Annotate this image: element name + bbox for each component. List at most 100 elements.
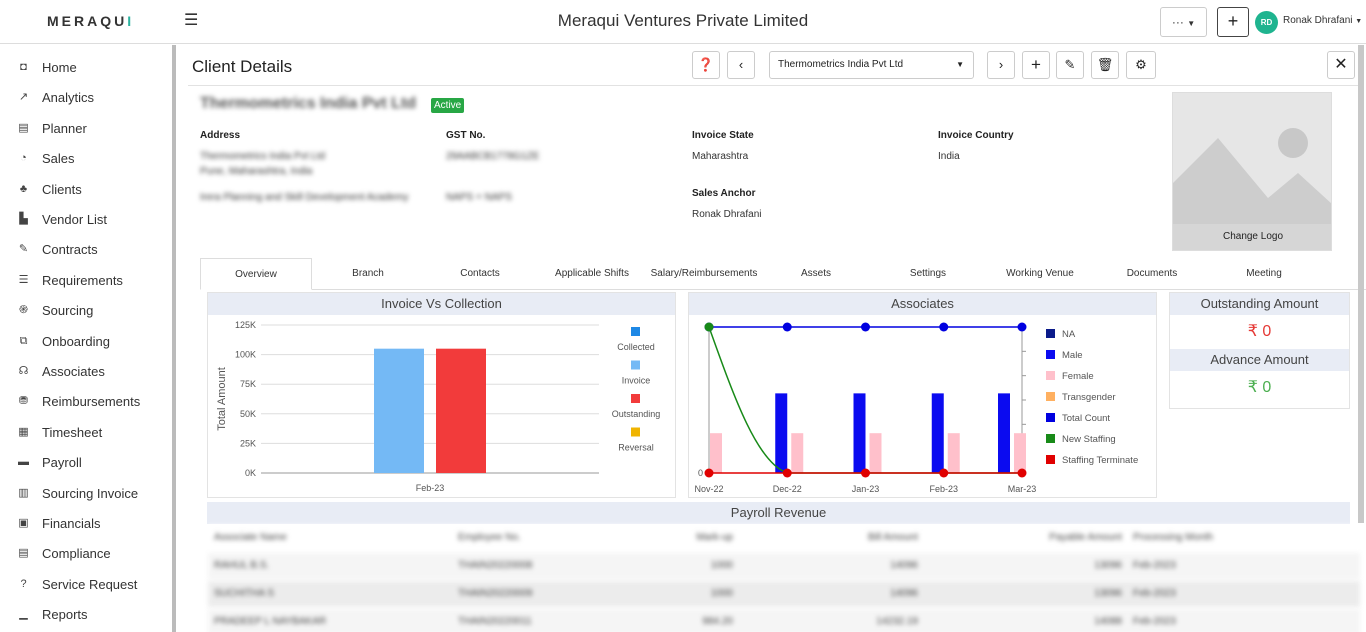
point-total-count: [939, 322, 949, 332]
sidebar-item-clients[interactable]: ♣ Clients: [0, 177, 172, 203]
sidebar-item-home[interactable]: ◘ Home: [0, 55, 172, 81]
legend-swatch: [631, 427, 640, 437]
sidebar-item-label: Payroll: [42, 455, 82, 471]
table-cell: 14096: [890, 588, 918, 599]
outstanding-amount-value: ₹ 0: [1247, 323, 1272, 340]
chevron-left-icon: ‹: [738, 57, 744, 72]
sidebar-item-financials[interactable]: ▣ Financials: [0, 511, 172, 537]
sidebar-item-label: Vendor List: [42, 212, 108, 227]
bar-invoice: [374, 348, 424, 473]
sidebar-item-onboarding[interactable]: ⧉ Onboarding: [0, 329, 172, 355]
y-tick-label: 100K: [235, 350, 256, 360]
sidebar-item-label: Associates: [42, 364, 105, 379]
point-total-count: [861, 322, 870, 332]
y-axis-label: Total Amount: [216, 367, 228, 431]
advance-amount-value: ₹ 0: [1247, 379, 1272, 396]
invoice-collection-title: Invoice Vs Collection: [208, 293, 675, 315]
sidebar-item-planner[interactable]: ▤ Planner: [0, 116, 172, 142]
tab-settings[interactable]: Settings: [872, 258, 984, 290]
legend-swatch: [1046, 413, 1055, 422]
main-content: Client Details ❓ ‹ Thermometrics India P…: [178, 45, 1366, 632]
more-options-button[interactable]: ··· ▼: [1160, 7, 1207, 37]
sidebar-item-sales[interactable]: ◔ Sales: [0, 146, 172, 172]
next-client-button[interactable]: ›: [987, 51, 1015, 79]
add-button[interactable]: +: [1217, 7, 1249, 37]
client-name: Thermometrics India Pvt Ltd: [200, 95, 417, 112]
sidebar-item-compliance[interactable]: ▤ Compliance: [0, 541, 172, 567]
tab-branch[interactable]: Branch: [312, 258, 424, 290]
sidebar-item-reports[interactable]: ▁ Reports: [0, 602, 172, 628]
amounts-panel: Outstanding Amount ₹ 0 Advance Amount ₹ …: [1169, 292, 1350, 409]
sidebar-item-analytics[interactable]: ↗ Analytics: [0, 85, 172, 111]
sidebar-item-timesheet[interactable]: ▦ Timesheet: [0, 420, 172, 446]
point-staffing-terminate: [704, 468, 714, 478]
tab-documents[interactable]: Documents: [1096, 258, 1208, 290]
table-row[interactable]: RAHUL B.S. THAIN20220008 1000 14096 13096 Feb…: [208, 553, 1360, 579]
point-staffing-terminate: [861, 468, 870, 478]
delete-client-button[interactable]: 🗑: [1091, 51, 1119, 79]
user-menu[interactable]: Ronak Dhrafani ▼: [1283, 15, 1362, 26]
bar-female: [947, 433, 960, 473]
table-cell: PRADEEP L NAYBAKAR: [214, 616, 327, 627]
y-tick-label: 25K: [240, 438, 256, 448]
x-tick-label: Jan-23: [852, 484, 880, 494]
app-logo[interactable]: MERAQUI: [47, 13, 134, 29]
list-icon: ☰: [18, 273, 29, 286]
client-users-button[interactable]: ⚙: [1126, 51, 1156, 79]
tab-applicable-shifts[interactable]: Applicable Shifts: [536, 258, 648, 290]
table-row[interactable]: SUCHITHA S THAIN20220009 1000 14096 13096 Feb…: [208, 581, 1360, 607]
top-bar: MERAQUI ☰ Meraqui Ventures Private Limit…: [0, 0, 1366, 44]
sidebar-item-sourcing[interactable]: ֍ Sourcing: [0, 298, 172, 324]
table-cell: 1000: [710, 588, 733, 599]
tab-overview[interactable]: Overview: [200, 258, 312, 290]
close-button[interactable]: ✕: [1327, 51, 1355, 79]
sidebar-item-requirements[interactable]: ☰ Requirements: [0, 268, 172, 294]
trash-icon: 🗑: [1096, 57, 1114, 72]
menu-toggle-icon[interactable]: ☰: [184, 13, 198, 29]
sidebar-item-contracts[interactable]: ✎ Contracts: [0, 237, 172, 263]
sidebar-item-label: Analytics: [42, 90, 95, 106]
add-client-button[interactable]: +: [1022, 51, 1050, 79]
tab-assets[interactable]: Assets: [760, 258, 872, 290]
sidebar-item-label: Sales: [42, 151, 75, 167]
sidebar-item-label: Timesheet: [42, 424, 103, 440]
sidebar-item-reimbursements[interactable]: ⛃ Reimbursements: [0, 389, 172, 415]
bar-chart-icon: ▁: [19, 608, 28, 621]
main-scrollbar[interactable]: [1358, 45, 1364, 523]
tab-contacts[interactable]: Contacts: [424, 258, 536, 290]
address-label: Address: [200, 130, 241, 141]
invoice-state-label: Invoice State: [692, 130, 754, 141]
change-logo-button[interactable]: Change Logo: [1173, 224, 1331, 250]
associates-chart: 0 Nov-22 Dec-22 Jan-23 Feb-23 Mar-23 NA Male Fem…: [694, 322, 1138, 494]
sidebar-scrollbar[interactable]: [172, 45, 176, 632]
point-total-count: [782, 322, 792, 332]
table-cell: 14232.19: [876, 616, 918, 627]
tab-working-venue[interactable]: Working Venue: [984, 258, 1096, 290]
legend-swatch: [1046, 392, 1055, 401]
sidebar-item-vendor-list[interactable]: ▙ Vendor List: [0, 207, 172, 233]
tab-salary-reimbursements[interactable]: Salary/Reimbursements: [648, 258, 760, 290]
legend-label: Invoice: [622, 376, 651, 386]
bar-outstanding: [436, 348, 486, 473]
column-header: Processing Month: [1133, 532, 1214, 543]
compliance-icon: ▤: [18, 547, 29, 560]
help-button[interactable]: ❓: [692, 51, 720, 79]
sidebar-item-label: Sourcing Invoice: [42, 485, 139, 501]
invoice-icon: ▥: [18, 486, 29, 499]
x-tick-label: Dec-22: [773, 484, 802, 494]
previous-client-button[interactable]: ‹: [727, 51, 755, 79]
sidebar-item-associates[interactable]: ☊ Associates: [0, 359, 172, 385]
table-cell: 984.20: [702, 616, 733, 627]
client-select[interactable]: Thermometrics India Pvt Ltd ▼: [769, 51, 974, 79]
sidebar-item-service-request[interactable]: ? Service Request: [0, 572, 172, 598]
question-circle-icon: ❓: [697, 57, 715, 72]
sidebar-item-sourcing-invoice[interactable]: ▥ Sourcing Invoice: [0, 481, 172, 507]
table-row[interactable]: PRADEEP L NAYBAKAR THAIN20220011 984.20 142…: [208, 609, 1360, 632]
legend-swatch: [1046, 455, 1055, 464]
tab-meeting[interactable]: Meeting: [1208, 258, 1320, 290]
sidebar-item-payroll[interactable]: ▬ Payroll: [0, 450, 172, 476]
edit-client-button[interactable]: ✎: [1056, 51, 1084, 79]
users-icon: ♣: [19, 182, 28, 195]
avatar[interactable]: RD: [1255, 11, 1278, 34]
table-cell: Feb-2023: [1133, 588, 1176, 599]
